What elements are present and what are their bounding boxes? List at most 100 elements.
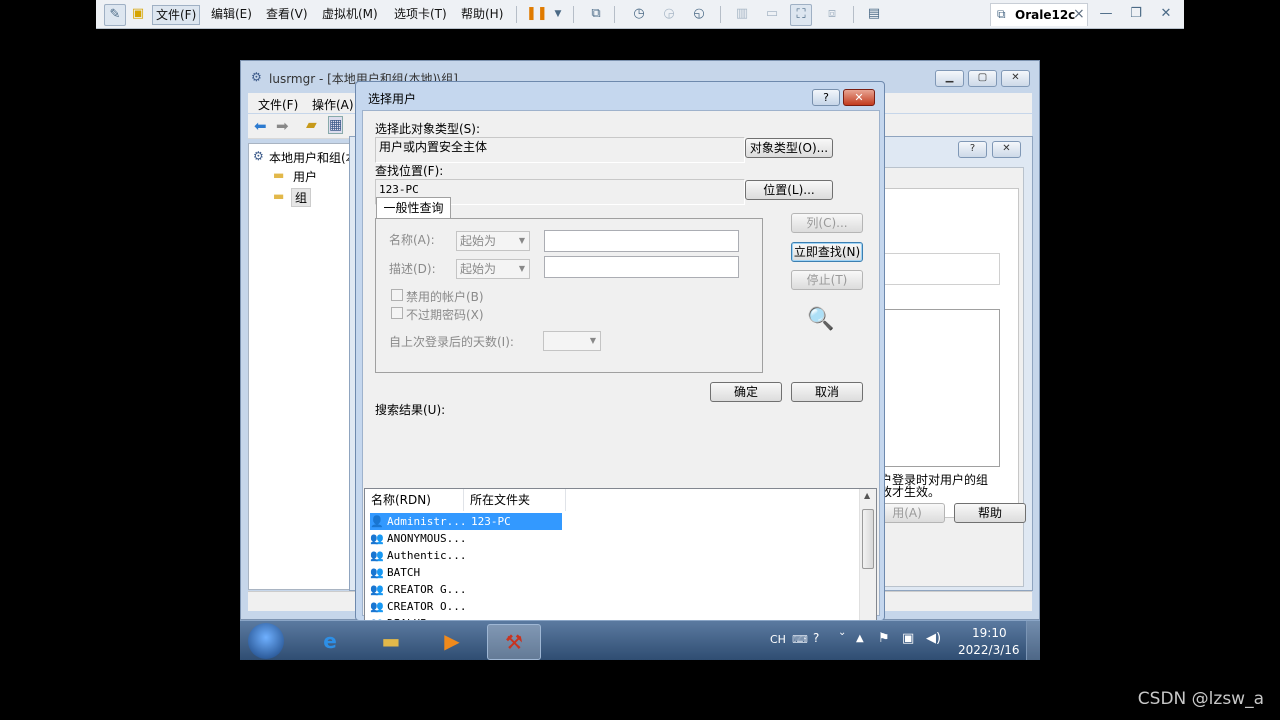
show-desktop-button[interactable] (1026, 621, 1040, 660)
tab-orale12c[interactable]: ⧉ Orale12c × (990, 3, 1088, 26)
separator (516, 6, 517, 23)
language-indicator[interactable]: CH (770, 633, 786, 646)
ok-button[interactable]: 确定 (710, 382, 782, 402)
action-center-flag-icon[interactable]: ⚑ (878, 631, 890, 646)
object-types-button[interactable]: 对象类型(O)... (745, 138, 833, 158)
result-row[interactable]: 👥 CREATOR G... (370, 581, 562, 598)
start-button-icon[interactable] (248, 623, 284, 659)
find-now-button[interactable]: 立即查找(N) (791, 242, 863, 262)
name-label: 名称(A): (389, 233, 435, 247)
thumbnail-icon: ▭ (765, 6, 779, 21)
props-help-icon[interactable]: ? (958, 141, 987, 158)
media-player-icon[interactable]: ▶ (426, 624, 478, 658)
column-header-folder[interactable]: 所在文件夹 (464, 489, 566, 511)
restore-icon[interactable]: ❐ (1126, 4, 1146, 24)
lusr-maximize-button[interactable]: ▢ (968, 70, 997, 87)
console-view-icon[interactable]: ▣ (128, 4, 148, 24)
help-icon[interactable]: ? (813, 631, 819, 645)
cancel-button[interactable]: 取消 (791, 382, 863, 402)
tree-root[interactable]: 本地用户和组(本 (269, 149, 358, 166)
tab-general-query[interactable]: 一般性查询 (376, 197, 451, 219)
dialog-title: 选择用户 (368, 92, 417, 106)
stop-button[interactable]: 停止(T) (791, 270, 863, 290)
show-tree-icon[interactable]: ▦ (328, 116, 344, 134)
scroll-thumb[interactable] (862, 509, 874, 569)
disabled-accounts-label: 禁用的帐户(B) (406, 290, 484, 304)
group-icon: 👥 (370, 549, 384, 562)
vm-icon: ⧉ (997, 7, 1006, 21)
taskbar: e ▬ ▶ ⚒ CH ⌨ ? ⌄ ▲ ⚑ ▣ ◀) 19:10 2022/3/1… (240, 620, 1040, 660)
internet-explorer-icon[interactable]: e (304, 624, 356, 658)
name-input[interactable] (544, 230, 739, 252)
pin-icon[interactable]: ✎ (104, 4, 126, 26)
menu-file[interactable]: 文件(F) (152, 5, 201, 25)
lusrmgr-task-icon[interactable]: ⚒ (487, 624, 541, 660)
tree-item-groups[interactable]: 组 (291, 188, 312, 207)
menu-edit[interactable]: 编辑(E) (208, 5, 255, 23)
disabled-accounts-checkbox[interactable] (391, 289, 403, 301)
query-panel: 名称(A): 起始为 ▼ 描述(D): 起始为 ▼ 禁用的帐户(B) 不过期密码(X… (375, 218, 763, 373)
tree-item-users[interactable]: 用户 (293, 168, 317, 185)
ime-options-icon[interactable]: ⌄ (838, 627, 846, 638)
menu-vm[interactable]: 虚拟机(M) (319, 5, 381, 23)
props-close-icon[interactable]: ✕ (992, 141, 1021, 158)
clock-time[interactable]: 19:10 (972, 626, 1007, 640)
result-name: ANONYMOUS... (387, 532, 467, 545)
minimize-icon[interactable]: — (1096, 4, 1116, 24)
computer-icon: ⚙ (253, 149, 264, 163)
lusr-menu-file[interactable]: 文件(F) (258, 96, 298, 113)
snapshot-icon[interactable]: ◷ (629, 4, 649, 24)
clock-date[interactable]: 2022/3/16 (958, 643, 1020, 657)
explorer-folder-icon[interactable]: ▬ (365, 624, 417, 658)
menu-view[interactable]: 查看(V) (263, 5, 311, 23)
network-icon[interactable]: ⧉ (586, 4, 606, 24)
chevron-down-icon[interactable]: ▼ (548, 4, 568, 24)
volume-icon[interactable]: ◀) (926, 631, 941, 646)
forward-icon[interactable]: ➡ (276, 117, 289, 135)
lusr-menu-action[interactable]: 操作(A) (312, 96, 354, 113)
group-icon: 👥 (370, 566, 384, 579)
search-magnifier-icon: 🔍 (807, 307, 835, 332)
separator (853, 6, 854, 23)
location-label: 查找位置(F): (375, 164, 444, 178)
fullscreen-icon[interactable]: ⛶ (790, 4, 812, 26)
props-field (880, 253, 1000, 285)
locations-button[interactable]: 位置(L)... (745, 180, 833, 200)
keyboard-icon[interactable]: ⌨ (792, 633, 808, 646)
result-row[interactable]: 👥 BATCH (370, 564, 562, 581)
back-icon[interactable]: ⬅ (254, 117, 267, 135)
result-name: Administr... (387, 515, 467, 528)
library-icon[interactable]: ▤ (864, 4, 884, 24)
sidebar-icon: ▥ (735, 6, 749, 21)
snapshot-manager-icon[interactable]: ◵ (689, 4, 709, 24)
menu-tabs[interactable]: 选项卡(T) (391, 5, 450, 23)
lusr-close-button[interactable]: ✕ (1001, 70, 1030, 87)
menu-help[interactable]: 帮助(H) (458, 5, 506, 23)
close-icon[interactable]: ✕ (1156, 4, 1176, 24)
lusr-minimize-button[interactable]: ▁ (935, 70, 964, 87)
separator (573, 6, 574, 23)
column-header-name[interactable]: 名称(RDN) (365, 489, 464, 511)
dialog-help-icon[interactable]: ? (812, 89, 840, 106)
result-row[interactable]: 👥 CREATOR O... (370, 598, 562, 615)
props-members-list[interactable] (880, 309, 1000, 467)
props-panel: 户登录时对用户的组 改才生效。 (879, 188, 1019, 518)
result-row[interactable]: 👥 ANONYMOUS... (370, 530, 562, 547)
props-help-button[interactable]: 帮助 (954, 503, 1026, 523)
pause-icon[interactable]: ❚❚ (526, 4, 548, 24)
show-hidden-icons-icon[interactable]: ▲ (856, 633, 864, 644)
network-status-icon[interactable]: ▣ (902, 631, 914, 646)
columns-button[interactable]: 列(C)... (791, 213, 863, 233)
result-row[interactable]: 👤 Administr... 123-PC (370, 513, 562, 530)
object-type-field: 用户或内置安全主体 (375, 137, 745, 163)
tab-label: Orale12c (1015, 8, 1076, 22)
scroll-up-icon[interactable]: ▲ (864, 491, 870, 500)
close-tab-icon[interactable]: × (1073, 6, 1085, 22)
description-input[interactable] (544, 256, 739, 278)
result-row[interactable]: 👥 Authentic... (370, 547, 562, 564)
dialog-close-icon[interactable]: ✕ (843, 89, 875, 106)
result-name: BATCH (387, 566, 421, 579)
non-expiring-label: 不过期密码(X) (406, 308, 484, 322)
non-expiring-checkbox[interactable] (391, 307, 403, 319)
up-folder-icon[interactable]: ▰ (306, 117, 317, 133)
